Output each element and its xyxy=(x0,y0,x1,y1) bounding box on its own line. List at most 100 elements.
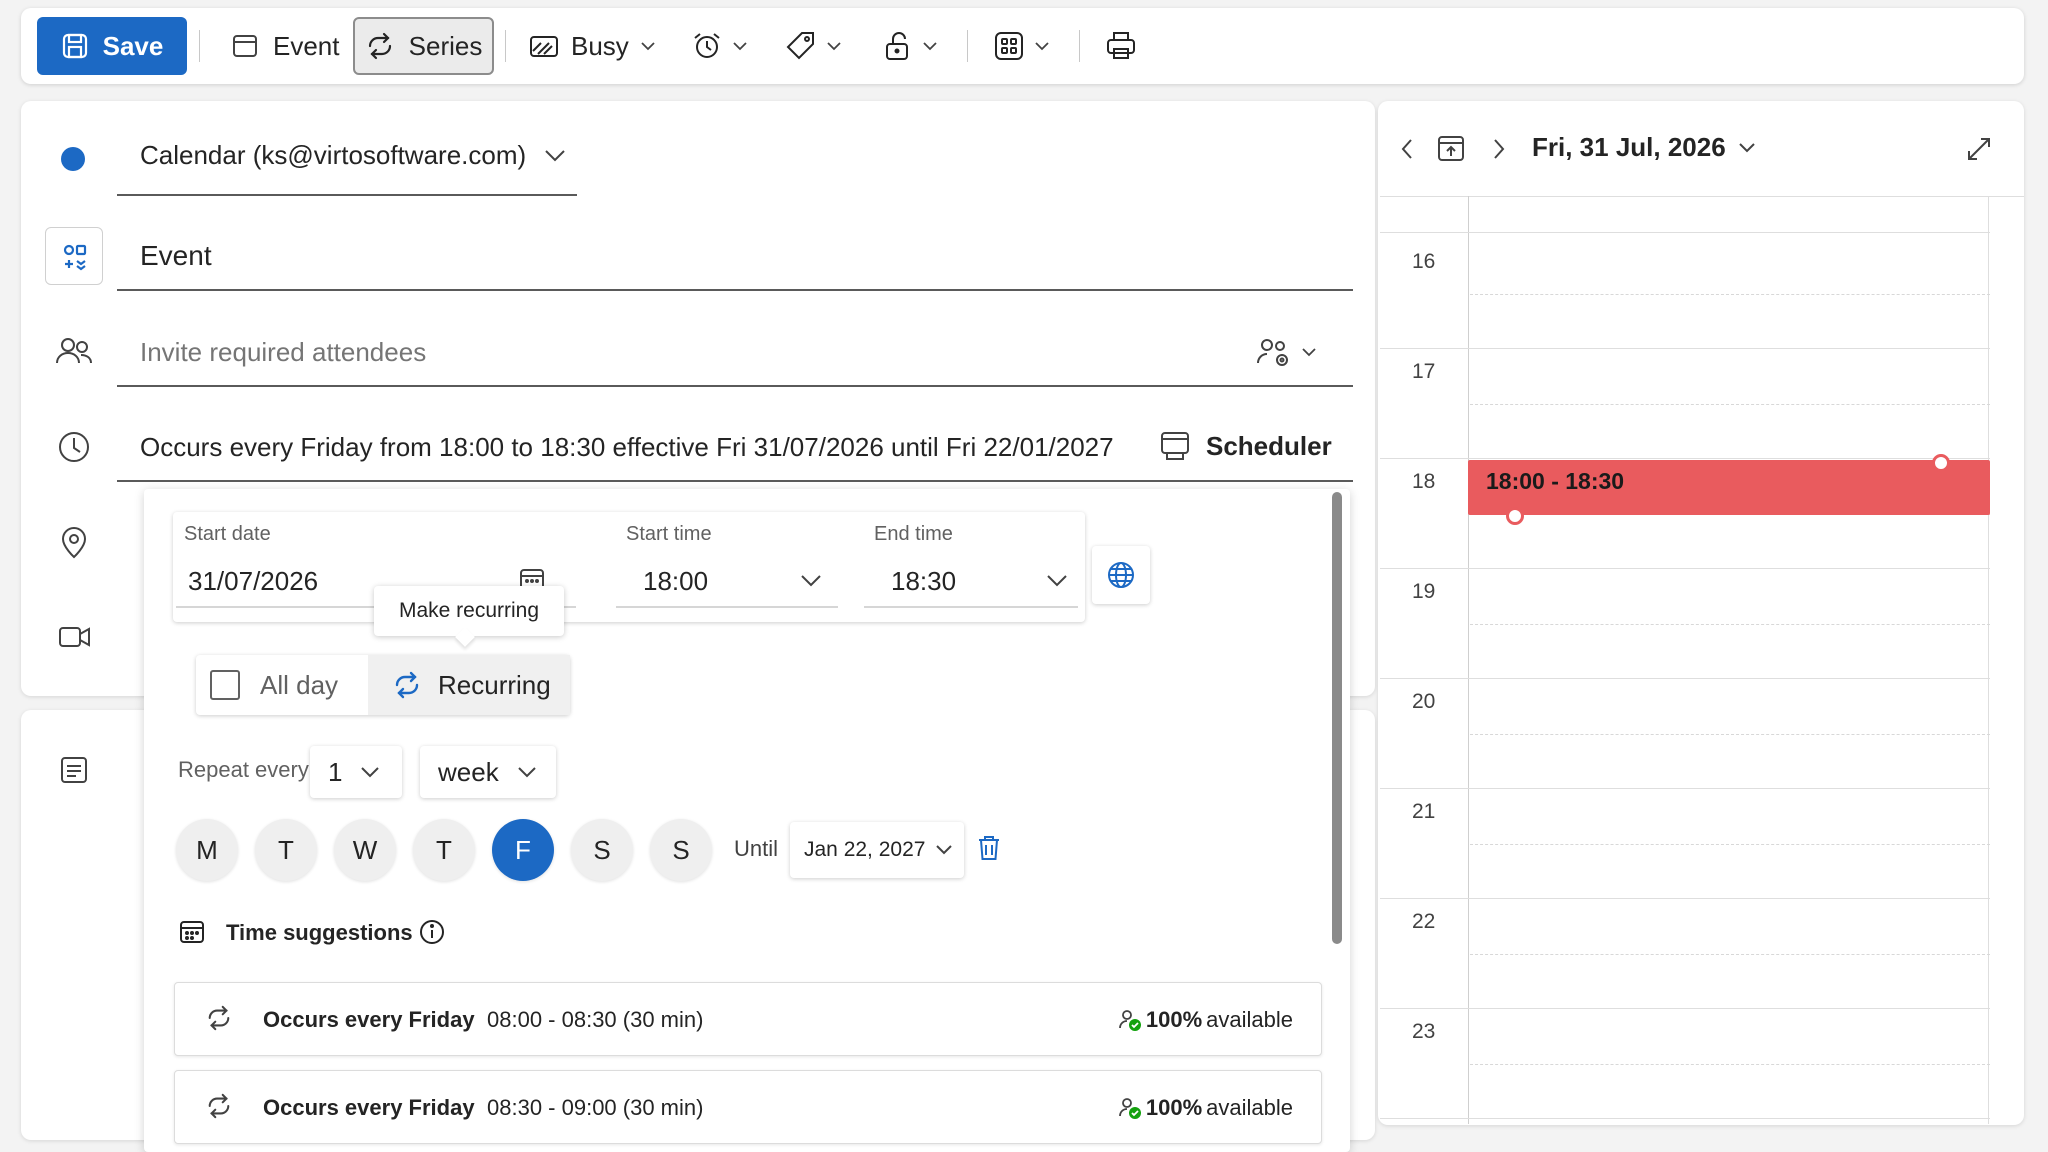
event-resize-handle-top[interactable] xyxy=(1932,454,1950,472)
toolbar-divider xyxy=(199,30,200,62)
reminder-dropdown[interactable] xyxy=(691,17,747,75)
chevron-down-icon xyxy=(923,41,937,51)
day-label: F xyxy=(515,834,531,865)
half-hour-line xyxy=(1470,734,1990,735)
chevron-down-icon xyxy=(1302,347,1316,357)
day-thursday-button[interactable]: T xyxy=(413,819,475,881)
category-icon[interactable] xyxy=(45,227,103,285)
recurring-label: Recurring xyxy=(438,669,551,700)
title-input[interactable] xyxy=(140,234,1040,278)
day-label: W xyxy=(352,834,378,865)
recurring-icon xyxy=(205,1093,233,1119)
half-hour-line xyxy=(1470,844,1990,845)
chevron-down-icon xyxy=(1738,142,1756,154)
recurring-button[interactable]: Recurring xyxy=(368,655,570,715)
sensitivity-dropdown[interactable] xyxy=(883,17,937,75)
day-calendar-panel xyxy=(1378,101,2024,1125)
recurring-icon xyxy=(392,671,422,699)
all-day-label: All day xyxy=(260,669,339,700)
calendar-color-dot xyxy=(61,147,85,171)
time-gutter-divider xyxy=(1468,196,1469,1124)
chevron-down-icon xyxy=(544,149,566,163)
apps-dropdown[interactable] xyxy=(993,17,1049,75)
info-icon[interactable] xyxy=(418,918,446,946)
tooltip-text: Make recurring xyxy=(398,599,540,622)
chevron-right-icon[interactable] xyxy=(1488,136,1510,162)
until-label: Until xyxy=(734,836,779,861)
event-button[interactable]: Event xyxy=(221,17,350,75)
start-date-input[interactable]: 31/07/2026 xyxy=(188,566,318,597)
end-time-dropdown[interactable]: 18:30 xyxy=(864,560,1078,608)
half-hour-line xyxy=(1470,1064,1990,1065)
go-to-today-icon[interactable] xyxy=(1436,132,1466,164)
until-date-value: Jan 22, 2027 xyxy=(804,838,926,861)
expand-icon[interactable] xyxy=(1966,136,1992,162)
availability-percent: 100% xyxy=(1145,1095,1203,1120)
day-wednesday-button[interactable]: W xyxy=(334,819,396,881)
availability-badge: 100% available xyxy=(1118,1007,1293,1033)
series-label: Series xyxy=(408,30,483,61)
calendar-event-block[interactable]: 18:00 - 18:30 xyxy=(1468,460,1990,515)
calendar-grid-icon xyxy=(178,918,206,946)
day-tuesday-button[interactable]: T xyxy=(255,819,317,881)
hour-label: 21 xyxy=(1412,800,1436,823)
repeat-interval-dropdown[interactable]: 1 xyxy=(310,746,402,798)
suggestion-title: Occurs every Friday xyxy=(263,1095,475,1120)
scheduler-icon xyxy=(1158,430,1192,462)
all-day-checkbox[interactable] xyxy=(210,670,240,700)
attendee-options-button[interactable] xyxy=(1256,335,1316,369)
person-available-icon xyxy=(1118,1008,1142,1032)
toolbar-divider xyxy=(967,30,968,62)
suggestion-item[interactable]: Occurs every Friday 08:30 - 09:00 (30 mi… xyxy=(174,1070,1322,1144)
trash-icon[interactable] xyxy=(976,834,1002,862)
start-time-underline xyxy=(616,606,838,608)
day-friday-button[interactable]: F xyxy=(492,819,554,881)
chevron-down-icon xyxy=(517,766,537,778)
suggestion-item[interactable]: Occurs every Friday 08:00 - 08:30 (30 mi… xyxy=(174,982,1322,1056)
save-button[interactable]: Save xyxy=(37,17,187,75)
date-picker-dropdown[interactable]: Fri, 31 Jul, 2026 xyxy=(1532,132,1756,163)
location-icon xyxy=(52,520,96,564)
repeat-unit-dropdown[interactable]: week xyxy=(420,746,556,798)
day-label: S xyxy=(593,834,611,865)
save-label: Save xyxy=(102,30,164,61)
day-label: M xyxy=(196,834,218,865)
categorize-dropdown[interactable] xyxy=(785,17,841,75)
attendees-input[interactable] xyxy=(140,330,1140,374)
event-resize-handle-bottom[interactable] xyxy=(1506,507,1524,525)
timezone-button[interactable] xyxy=(1092,546,1150,604)
print-button[interactable] xyxy=(1105,17,1137,75)
day-saturday-button[interactable]: S xyxy=(571,819,633,881)
grid-right-border xyxy=(1988,196,1989,1124)
show-as-dropdown[interactable]: Busy xyxy=(529,17,655,75)
calendar-selector[interactable]: Calendar (ks@virtosoftware.com) xyxy=(140,140,566,171)
current-date-label: Fri, 31 Jul, 2026 xyxy=(1532,132,1726,162)
hour-label: 20 xyxy=(1412,690,1436,713)
calendar-underline xyxy=(117,194,577,196)
recurring-icon xyxy=(205,1005,233,1031)
start-time-value: 18:00 xyxy=(643,566,709,596)
series-button[interactable]: Series xyxy=(353,17,494,75)
day-sunday-button[interactable]: S xyxy=(650,819,712,881)
chevron-left-icon[interactable] xyxy=(1396,136,1418,162)
popup-scrollbar[interactable] xyxy=(1332,492,1342,944)
chevron-down-icon xyxy=(641,41,655,51)
all-day-toggle[interactable]: All day xyxy=(196,655,366,715)
start-time-dropdown[interactable]: 18:00 xyxy=(616,560,838,608)
chevron-down-icon xyxy=(360,766,380,778)
recurring-icon xyxy=(365,32,395,60)
chevron-down-icon xyxy=(1046,574,1068,588)
busy-icon xyxy=(529,33,559,59)
occurrence-summary[interactable]: Occurs every Friday from 18:00 to 18:30 … xyxy=(140,432,1114,463)
people-icon xyxy=(52,330,96,374)
availability-percent: 100% xyxy=(1145,1007,1203,1032)
scheduler-button[interactable]: Scheduler xyxy=(1158,430,1332,462)
chevron-down-icon xyxy=(800,574,822,588)
until-date-dropdown[interactable]: Jan 22, 2027 xyxy=(790,822,964,878)
event-time-label: 18:00 - 18:30 xyxy=(1486,468,1625,494)
time-suggestions-heading: Time suggestions xyxy=(226,920,413,945)
chevron-down-icon xyxy=(935,844,953,856)
toolbar: Save Event Series Busy xyxy=(21,8,2024,84)
day-monday-button[interactable]: M xyxy=(176,819,238,881)
scheduler-label: Scheduler xyxy=(1206,430,1332,461)
